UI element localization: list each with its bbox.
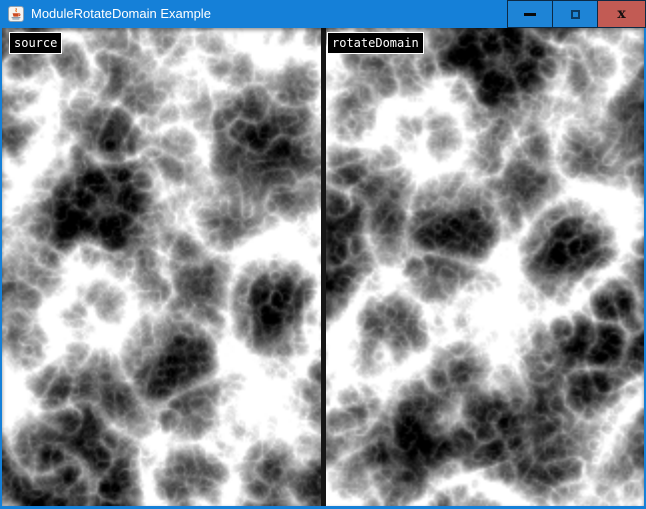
titlebar[interactable]: ModuleRotateDomain Example x	[0, 0, 646, 28]
window-title: ModuleRotateDomain Example	[31, 0, 211, 28]
minimize-dash-icon	[524, 13, 536, 16]
maximize-square-icon	[571, 10, 580, 19]
java-coffee-cup-icon[interactable]	[8, 6, 24, 22]
close-button[interactable]: x	[597, 0, 646, 28]
close-x-icon: x	[617, 7, 625, 21]
content-area: source rotateDomain	[2, 28, 644, 506]
rotate-domain-label: rotateDomain	[327, 32, 424, 54]
app-window: ModuleRotateDomain Example x source rota…	[0, 0, 646, 509]
maximize-button[interactable]	[552, 0, 598, 28]
minimize-button[interactable]	[507, 0, 553, 28]
rotate-domain-noise-canvas	[326, 28, 644, 506]
source-label: source	[9, 32, 62, 54]
source-noise-canvas	[2, 28, 321, 506]
window-controls: x	[508, 0, 646, 28]
